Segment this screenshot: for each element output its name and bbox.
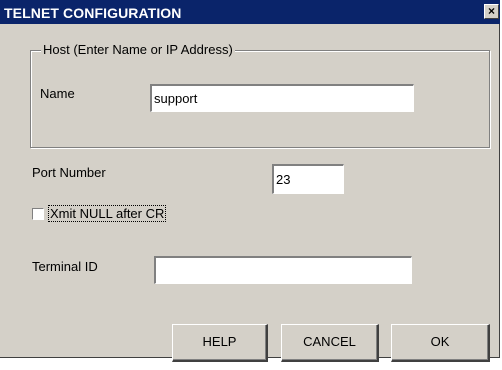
ok-button[interactable]: OK [391, 324, 490, 362]
port-number-label: Port Number [32, 165, 106, 180]
cancel-button[interactable]: CANCEL [281, 324, 379, 362]
terminal-id-input[interactable] [154, 256, 412, 284]
xmit-null-checkbox[interactable] [32, 208, 44, 220]
name-label: Name [40, 86, 75, 101]
xmit-null-label[interactable]: Xmit NULL after CR [48, 205, 167, 222]
title-bar: TELNET CONFIGURATION × [0, 0, 500, 24]
terminal-id-label: Terminal ID [32, 259, 98, 274]
telnet-configuration-dialog: TELNET CONFIGURATION × Host (Enter Name … [0, 0, 500, 362]
dialog-title: TELNET CONFIGURATION [4, 5, 182, 21]
host-group-legend: Host (Enter Name or IP Address) [41, 42, 235, 57]
port-number-input[interactable] [272, 164, 344, 194]
name-input[interactable] [150, 84, 414, 112]
help-button[interactable]: HELP [172, 324, 268, 362]
close-icon[interactable]: × [484, 4, 499, 19]
